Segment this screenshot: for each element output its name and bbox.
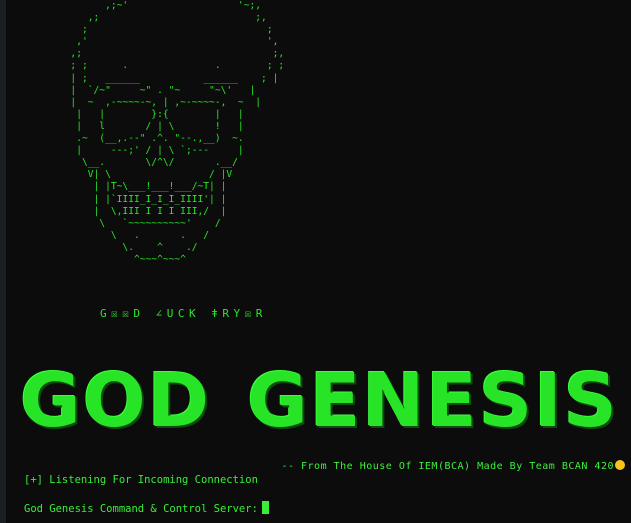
- skull-art-line: V| \ / |V: [30, 169, 233, 181]
- skull-art-line: ; ; . . ; ;: [30, 60, 285, 72]
- tagline: G☒☒D ∠UCK ǂRY☒R: [100, 307, 267, 320]
- skull-art-line: | ~ ,-~~~~-~, | ,~-~~~~-, ~ |: [30, 96, 262, 108]
- skull-art-line: ,;~' '~;,: [30, 0, 262, 11]
- skull-art-line: ,; ;,: [30, 48, 285, 60]
- skull-art-line: | l / | \ ! |: [30, 120, 244, 132]
- skull-art-line: \__. \/^\/ .__/: [30, 157, 238, 169]
- smiley-emoji-icon: [615, 460, 625, 470]
- skull-art-line: \ . . /: [30, 229, 210, 241]
- status-line: [+] Listening For Incoming Connection: [24, 474, 258, 486]
- skull-art-line: ^~~~^~~~^: [30, 253, 186, 265]
- god-genesis-banner: GOD GENESIS: [20, 356, 619, 446]
- skull-ascii-art: ,;~' '~;, ,; ;, ; ; ,' ', ,; ;, ; ; . . …: [30, 0, 284, 266]
- text-cursor[interactable]: [261, 501, 269, 514]
- banner-word-genesis: GENESIS: [247, 358, 619, 444]
- skull-art-line: ,' ',: [30, 36, 279, 48]
- skull-art-line: .~ (__,.--" .^. "--.,__) ~.: [30, 133, 244, 145]
- skull-art-line: | ---;' / | \ `;--- |: [30, 145, 244, 157]
- skull-art-line: | ; ______ ______ ; |: [30, 72, 279, 84]
- prompt-label: God Genesis Command & Control Server:: [24, 503, 258, 515]
- skull-art-line: \. ^ ./: [30, 241, 198, 253]
- command-prompt[interactable]: God Genesis Command & Control Server:: [24, 501, 269, 515]
- skull-art-line: | |T~\___!___!___/~T| |: [30, 181, 227, 193]
- skull-art-line: ,; ;,: [30, 12, 267, 24]
- credit-text: -- From The House Of IEM(BCA) Made By Te…: [281, 461, 614, 472]
- window-edge: [0, 0, 6, 523]
- skull-art-line: \ `~~~~~~~~~~' /: [30, 217, 221, 229]
- skull-art-line: ; ;: [30, 24, 273, 36]
- skull-art-line: | \,III I I I III,/ |: [30, 205, 227, 217]
- skull-art-line: | |`IIII_I_I_I_IIII'| |: [30, 193, 227, 205]
- skull-art-line: | `/~" ~" . "~ "~\' |: [30, 84, 256, 96]
- banner-word-god: GOD: [20, 358, 212, 444]
- skull-art-line: | | }:{ | |: [30, 108, 244, 120]
- credit-line: -- From The House Of IEM(BCA) Made By Te…: [281, 460, 625, 472]
